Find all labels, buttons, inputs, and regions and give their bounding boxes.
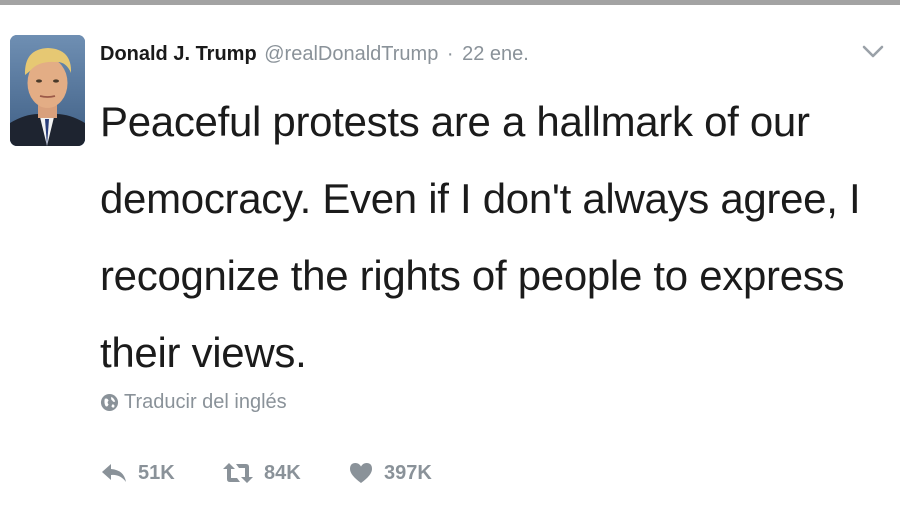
retweet-count: 84K — [264, 461, 301, 484]
tweet-text: Peaceful protests are a hallmark of our … — [100, 98, 861, 376]
globe-icon — [100, 393, 119, 412]
chevron-down-icon[interactable] — [860, 41, 886, 63]
like-button[interactable]: 397K — [348, 461, 468, 485]
timestamp[interactable]: 22 ene. — [462, 43, 529, 65]
display-name[interactable]: Donald J. Trump — [100, 43, 257, 65]
reply-button[interactable]: 51K — [100, 461, 222, 485]
heart-icon — [350, 463, 372, 483]
reply-count: 51K — [138, 461, 175, 484]
retweet-icon — [223, 463, 253, 483]
tweet-card: Donald J. Trump @realDonaldTrump · 22 en… — [0, 5, 900, 506]
tweet-actions: 51K 84K 397K — [100, 453, 468, 493]
avatar[interactable] — [10, 35, 85, 146]
header-separator: · — [446, 43, 454, 65]
translate-label: Traducir del inglés — [124, 390, 287, 413]
tweet-header: Donald J. Trump @realDonaldTrump · 22 en… — [100, 39, 529, 69]
screen-name[interactable]: @realDonaldTrump — [264, 43, 438, 65]
reply-icon — [102, 464, 126, 482]
like-count: 397K — [384, 461, 432, 484]
retweet-button[interactable]: 84K — [222, 461, 348, 485]
translate-link[interactable]: Traducir del inglés — [100, 387, 287, 417]
